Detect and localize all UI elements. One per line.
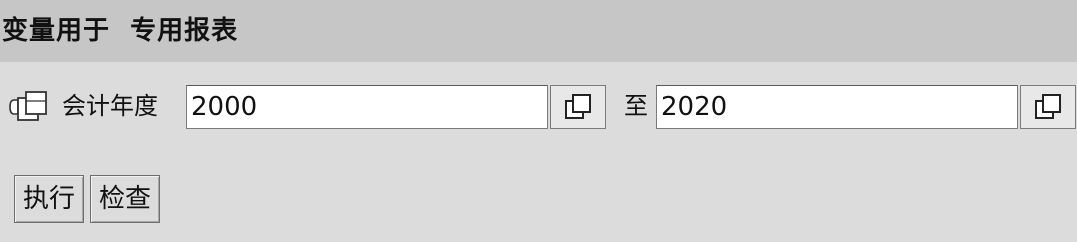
range-to-label: 至 bbox=[624, 92, 648, 120]
title-bar: 变量用于 专用报表 bbox=[0, 0, 1077, 62]
selection-row-fiscal-year: 会计年度 2000 至 2020 bbox=[0, 84, 1077, 130]
execute-button[interactable]: 执行 bbox=[14, 175, 85, 223]
selection-option-icon[interactable] bbox=[8, 90, 54, 124]
multiple-selection-button-to[interactable] bbox=[1020, 85, 1076, 129]
copy-icon bbox=[1035, 94, 1061, 119]
copy-icon bbox=[565, 94, 591, 119]
check-button[interactable]: 检查 bbox=[90, 175, 161, 223]
action-buttons: 执行 检查 bbox=[14, 175, 161, 223]
multiple-selection-button-from[interactable] bbox=[550, 85, 606, 129]
page-title: 变量用于 专用报表 bbox=[2, 16, 239, 46]
fiscal-year-from-input[interactable]: 2000 bbox=[186, 85, 548, 129]
field-label-fiscal-year: 会计年度 bbox=[62, 92, 158, 120]
fiscal-year-to-input[interactable]: 2020 bbox=[656, 85, 1018, 129]
